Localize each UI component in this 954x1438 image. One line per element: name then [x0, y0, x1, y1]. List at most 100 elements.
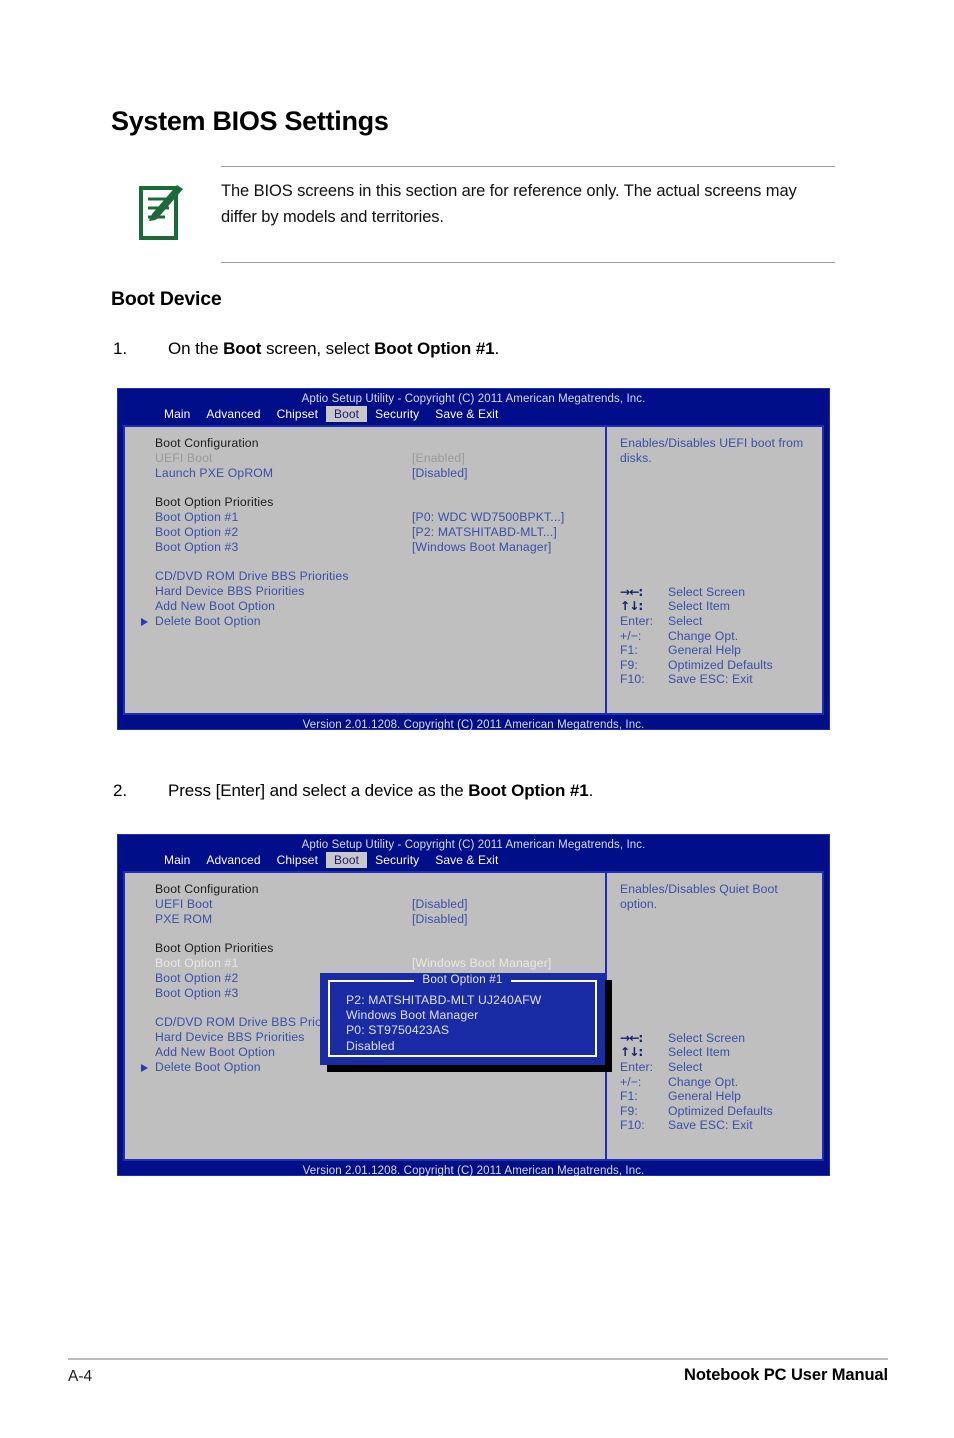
- bios-row-value: [P0: WDC WD7500BPKT...]: [412, 509, 565, 524]
- legend-arrow-icon: ↑↓:: [620, 599, 643, 614]
- bios-tab-main[interactable]: Main: [156, 852, 198, 868]
- bios-tab-chipset[interactable]: Chipset: [269, 852, 326, 868]
- boot-option-dialog-item[interactable]: Windows Boot Manager: [346, 1008, 595, 1023]
- bios-tab-boot[interactable]: Boot: [326, 852, 368, 868]
- bios1-settings-panel[interactable]: Boot Configuration UEFI Boot [Enabled] Laun…: [125, 427, 607, 713]
- bios-row-label: Boot Option #2: [155, 524, 239, 539]
- footer-rule: [68, 1358, 888, 1360]
- bios-row-value: [P2: MATSHITABD-MLT...]: [412, 524, 557, 539]
- bios-tab-advanced[interactable]: Advanced: [198, 852, 268, 868]
- bios-row-label: CD/DVD ROM Drive BBS Priorities: [155, 569, 349, 584]
- bios-row[interactable]: PXE ROM [Disabled]: [155, 912, 605, 927]
- step-2-text: Press [Enter] and select a device as the…: [168, 781, 593, 801]
- legend-value: Select: [668, 1060, 703, 1075]
- bios-row-label: Boot Option Priorities: [155, 495, 274, 510]
- bios-row-label: UEFI Boot: [155, 450, 213, 465]
- bios-row: Boot Option Priorities: [155, 495, 605, 510]
- legend-row: Enter: Select: [620, 614, 773, 629]
- legend-value: General Help: [668, 643, 742, 658]
- legend-key: +/−:: [620, 628, 642, 643]
- bios1-tabbar[interactable]: Main Advanced Chipset Boot Security Save & Ex…: [118, 406, 829, 424]
- bios-row[interactable]: Add New Boot Option: [155, 599, 605, 614]
- legend-key: F9:: [620, 1103, 638, 1118]
- bios-tab-security[interactable]: Security: [367, 406, 427, 422]
- note-pencil-icon: [137, 179, 197, 250]
- boot-option-dialog[interactable]: Boot Option #1 P2: MATSHITABD-MLT UJ240A…: [320, 973, 605, 1065]
- bios2-help-panel: Enables/Disables Quiet Boot option. →←: S…: [607, 873, 822, 1159]
- page-title: System BIOS Settings: [111, 106, 389, 136]
- boot-option-dialog-frame: Boot Option #1 P2: MATSHITABD-MLT UJ240A…: [328, 973, 597, 1057]
- legend-value: Save ESC: Exit: [668, 1118, 753, 1133]
- legend-value: Select Screen: [668, 584, 746, 599]
- plain-text: .: [494, 339, 500, 358]
- legend-value: General Help: [668, 1089, 742, 1104]
- boot-option-dialog-item[interactable]: P2: MATSHITABD-MLT UJ240AFW: [346, 993, 595, 1008]
- plain-text: Press [Enter] and select a device as the: [168, 781, 469, 800]
- legend-key: +/−:: [620, 1074, 642, 1089]
- bios-row-spacer: [155, 480, 605, 495]
- bios2-key-legend: →←: Select Screen ↑↓: Select Item Enter: Sele…: [620, 1031, 773, 1133]
- bios-row-label: Delete Boot Option: [141, 614, 412, 629]
- bios-row[interactable]: Hard Device BBS Priorities: [155, 584, 605, 599]
- bios-row: Boot Option Priorities: [155, 941, 605, 956]
- legend-value: Select: [668, 614, 703, 629]
- bios-row[interactable]: UEFI Boot [Disabled]: [155, 897, 605, 912]
- note-callout: The BIOS screens in this section are for…: [137, 166, 835, 263]
- boot-option-dialog-item[interactable]: P0: ST9750423AS: [346, 1023, 595, 1038]
- boot-option-dialog-list[interactable]: P2: MATSHITABD-MLT UJ240AFW Windows Boot …: [346, 993, 595, 1054]
- legend-row: F9: Optimized Defaults: [620, 1104, 773, 1119]
- legend-key: F9:: [620, 657, 638, 672]
- bios2-tabbar[interactable]: Main Advanced Chipset Boot Security Save & Ex…: [118, 852, 829, 870]
- bios-tab-advanced[interactable]: Advanced: [198, 406, 268, 422]
- bios-tab-save-exit[interactable]: Save & Exit: [427, 406, 506, 422]
- bios2-version-footer: Version 2.01.1208. Copyright (C) 2011 Am…: [302, 1165, 645, 1177]
- legend-row: F10: Save ESC: Exit: [620, 1118, 773, 1133]
- step-2: 2. Press [Enter] and select a device as …: [113, 781, 593, 801]
- bios-row: Boot Configuration: [155, 882, 605, 897]
- bios-row[interactable]: Boot Option #1 [P0: WDC WD7500BPKT...]: [155, 510, 605, 525]
- bios-tab-boot[interactable]: Boot: [326, 406, 368, 422]
- bios2-titlebar: Aptio Setup Utility - Copyright (C) 2011…: [301, 839, 646, 851]
- bios-row[interactable]: Boot Option #3 [Windows Boot Manager]: [155, 540, 605, 555]
- legend-row: →←: Select Screen: [620, 585, 773, 600]
- step-1-number: 1.: [113, 339, 127, 358]
- emphasis-text: Boot Option #1: [374, 339, 495, 358]
- bios-tab-save-exit[interactable]: Save & Exit: [427, 852, 506, 868]
- bios-row[interactable]: Launch PXE OpROM [Disabled]: [155, 466, 605, 481]
- legend-row: F9: Optimized Defaults: [620, 658, 773, 673]
- legend-key: F1:: [620, 1089, 638, 1104]
- bios-tab-chipset[interactable]: Chipset: [269, 406, 326, 422]
- note-text: The BIOS screens in this section are for…: [221, 182, 797, 226]
- bios-row[interactable]: CD/DVD ROM Drive BBS Priorities: [155, 569, 605, 584]
- legend-key: Enter:: [620, 1060, 654, 1075]
- bios-row-value: [Disabled]: [412, 465, 468, 480]
- bios-row[interactable]: Boot Option #1 [Windows Boot Manager]: [155, 956, 605, 971]
- legend-key: F1:: [620, 643, 638, 658]
- legend-row: ↑↓: Select Item: [620, 1045, 773, 1060]
- legend-value: Optimized Defaults: [668, 1103, 773, 1118]
- legend-value: Change Opt.: [668, 1074, 739, 1089]
- boot-option-dialog-item[interactable]: Disabled: [346, 1039, 595, 1054]
- emphasis-text: Boot Option #1: [468, 781, 589, 800]
- legend-arrow-icon: →←:: [620, 1030, 643, 1045]
- bios-row-value: [Windows Boot Manager]: [412, 955, 552, 970]
- legend-value: Change Opt.: [668, 628, 739, 643]
- bios-tab-main[interactable]: Main: [156, 406, 198, 422]
- bios1-key-legend: →←: Select Screen ↑↓: Select Item Enter: Sele…: [620, 585, 773, 687]
- bios-tab-security[interactable]: Security: [367, 852, 427, 868]
- legend-row: →←: Select Screen: [620, 1031, 773, 1046]
- bios-row-label: Launch PXE OpROM: [155, 465, 274, 480]
- footer-page-number: A-4: [68, 1368, 93, 1385]
- plain-text: .: [588, 781, 594, 800]
- bios1-body: Boot Configuration UEFI Boot [Enabled] Laun…: [123, 425, 824, 715]
- legend-value: Select Item: [668, 1045, 731, 1060]
- bios-row[interactable]: UEFI Boot [Enabled]: [155, 451, 605, 466]
- emphasis-text: Boot: [223, 339, 262, 358]
- legend-row: F10: Save ESC: Exit: [620, 672, 773, 687]
- bios-row[interactable]: Delete Boot Option: [141, 614, 605, 629]
- bios-row[interactable]: Boot Option #2 [P2: MATSHITABD-MLT...]: [155, 525, 605, 540]
- step-1: 1. On the Boot screen, select Boot Optio…: [113, 339, 499, 359]
- legend-value: Optimized Defaults: [668, 657, 773, 672]
- bios1-version-footer: Version 2.01.1208. Copyright (C) 2011 Am…: [302, 719, 645, 731]
- bios-row: Boot Configuration: [155, 436, 605, 451]
